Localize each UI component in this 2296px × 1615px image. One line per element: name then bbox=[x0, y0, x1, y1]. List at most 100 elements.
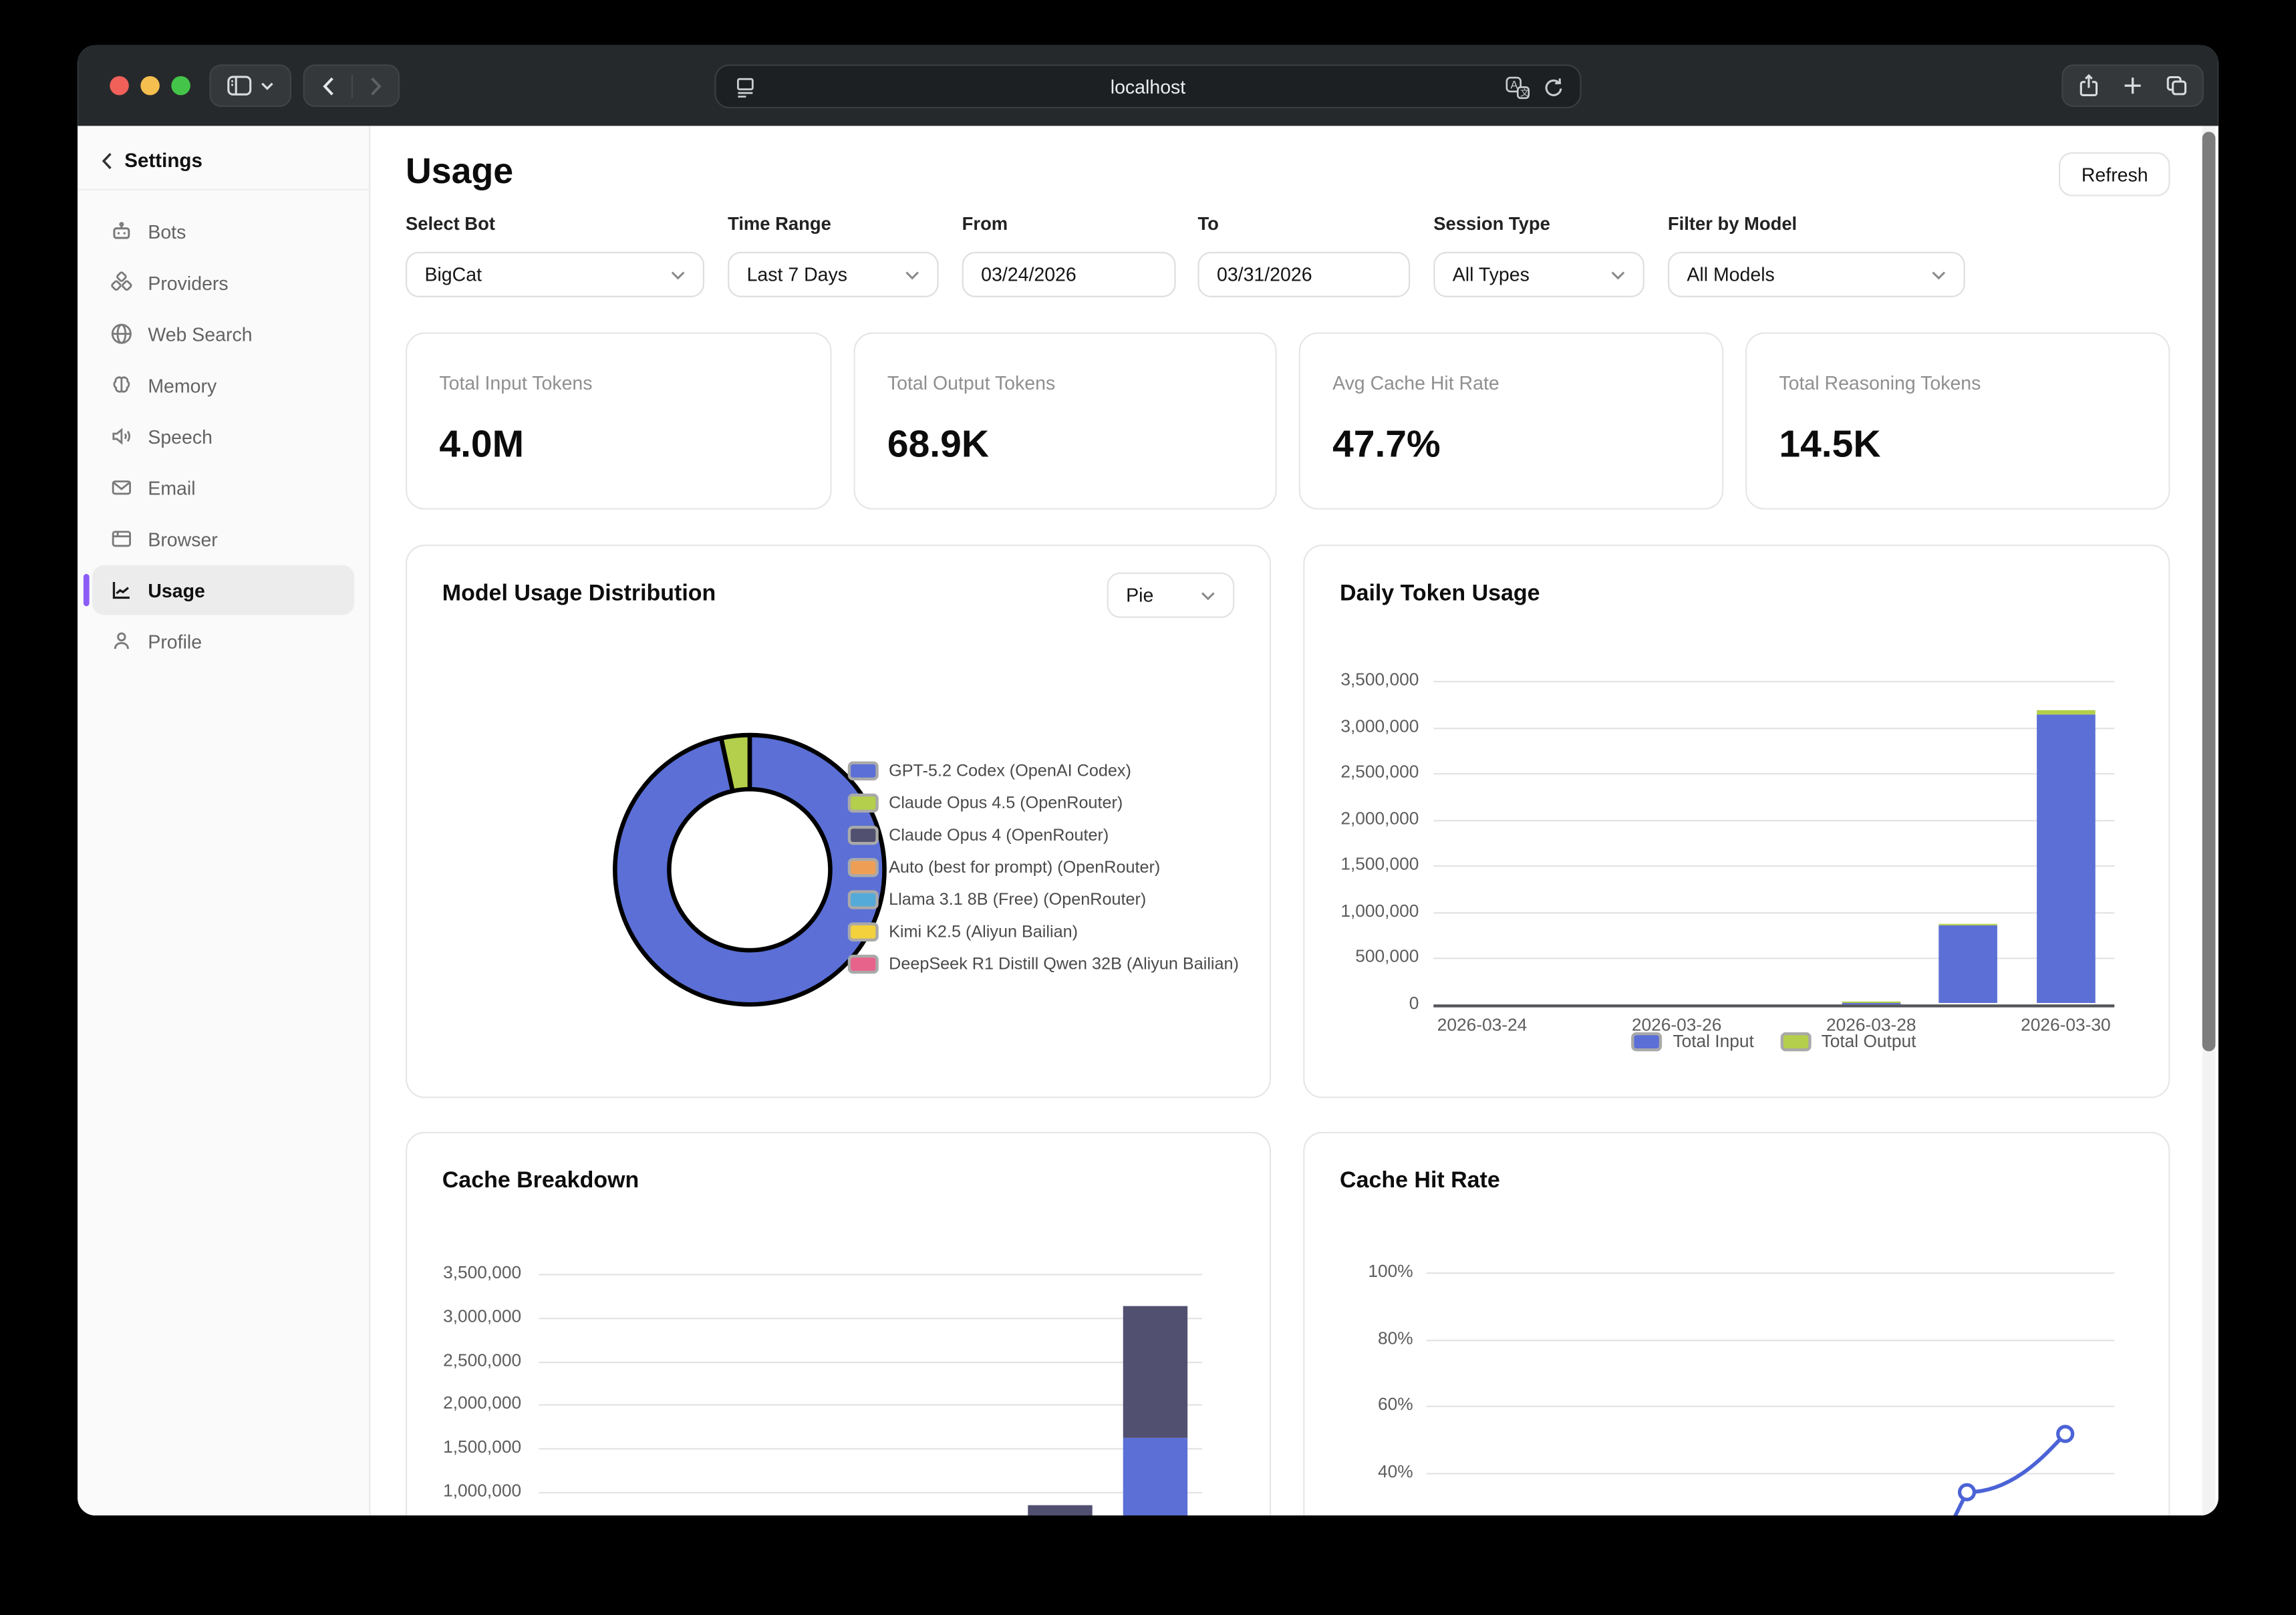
screen: localhost A文 Settings Bots bbox=[0, 0, 2296, 1615]
legend-label: GPT-5.2 Codex (OpenAI Codex) bbox=[889, 762, 1131, 780]
bar bbox=[1842, 1001, 1900, 1002]
url-text: localhost bbox=[1111, 76, 1185, 98]
legend-swatch bbox=[848, 923, 879, 941]
person-icon bbox=[110, 629, 133, 653]
stat-card-cache-hit: Avg Cache Hit Rate 47.7% bbox=[1299, 332, 1723, 509]
share-icon[interactable] bbox=[2077, 74, 2100, 98]
y-tick-label: 3,500,000 bbox=[1302, 669, 1419, 690]
sidebar-item-label: Email bbox=[148, 476, 195, 498]
gridline bbox=[539, 1274, 1202, 1275]
sidebar-header[interactable]: Settings bbox=[78, 126, 369, 190]
translate-icon[interactable]: A文 bbox=[1505, 76, 1530, 100]
cache-breakdown-card: Cache Breakdown 3,500,0003,000,0002,500,… bbox=[406, 1132, 1271, 1515]
legend-label: Total Input bbox=[1673, 1031, 1753, 1052]
legend-item[interactable]: Total Input bbox=[1632, 1031, 1754, 1052]
page-title: Usage bbox=[406, 152, 513, 193]
y-tick-label: 80% bbox=[1296, 1327, 1413, 1348]
time-range-dropdown[interactable]: Last 7 Days bbox=[728, 252, 939, 297]
legend-item[interactable]: Total Output bbox=[1780, 1031, 1916, 1052]
session-type-label: Session Type bbox=[1433, 214, 1550, 235]
y-tick-label: 1,500,000 bbox=[404, 1437, 521, 1457]
sidebar-item-browser[interactable]: Browser bbox=[92, 514, 354, 564]
window-actions bbox=[2061, 64, 2204, 107]
gridline bbox=[1433, 773, 2114, 774]
legend-item[interactable]: Kimi K2.5 (Aliyun Bailian) bbox=[848, 923, 1078, 941]
legend-label: DeepSeek R1 Distill Qwen 32B (Aliyun Bai… bbox=[889, 956, 1239, 973]
to-date-input[interactable]: 03/31/2026 bbox=[1197, 252, 1410, 297]
sidebar-item-memory[interactable]: Memory bbox=[92, 360, 354, 410]
legend-item[interactable]: Llama 3.1 8B (Free) (OpenRouter) bbox=[848, 890, 1147, 909]
model-usage-card: Model Usage Distribution Pie GPT-5.2 Cod… bbox=[406, 545, 1271, 1098]
gridline bbox=[539, 1318, 1202, 1319]
legend-item[interactable]: Claude Opus 4 (OpenRouter) bbox=[848, 826, 1109, 845]
scrollbar-thumb[interactable] bbox=[2202, 132, 2216, 1051]
legend-item[interactable]: Auto (best for prompt) (OpenRouter) bbox=[848, 858, 1161, 877]
nav-buttons bbox=[303, 64, 400, 107]
sidebar-item-usage[interactable]: Usage bbox=[92, 565, 354, 615]
y-tick-label: 500,000 bbox=[1302, 946, 1419, 967]
legend-item[interactable]: GPT-5.2 Codex (OpenAI Codex) bbox=[848, 761, 1131, 780]
traffic-light-minimize[interactable] bbox=[140, 76, 159, 95]
brain-icon bbox=[110, 374, 133, 397]
time-range-label: Time Range bbox=[728, 214, 831, 235]
session-type-dropdown[interactable]: All Types bbox=[1433, 252, 1644, 297]
tab-overview-icon[interactable] bbox=[2166, 75, 2188, 97]
chart-legend: Total Input Total Output bbox=[1433, 1031, 2114, 1052]
sidebar-item-label: Memory bbox=[148, 374, 217, 396]
legend-item[interactable]: Claude Opus 4.5 (OpenRouter) bbox=[848, 794, 1123, 813]
y-tick-label: 2,500,000 bbox=[1302, 761, 1419, 782]
settings-sidebar: Settings Bots Providers Web Search Memo bbox=[78, 126, 370, 1515]
sidebar-item-email[interactable]: Email bbox=[92, 462, 354, 512]
traffic-light-close[interactable] bbox=[110, 76, 128, 95]
panel-title: Model Usage Distribution bbox=[442, 581, 716, 607]
address-bar[interactable]: localhost A文 bbox=[714, 64, 1581, 108]
stat-card-reasoning-tokens: Total Reasoning Tokens 14.5K bbox=[1745, 332, 2170, 509]
daily-token-usage-card: Daily Token Usage 3,500,0003,000,0002,50… bbox=[1303, 545, 2170, 1098]
speaker-icon bbox=[110, 424, 133, 448]
sidebar-nav: Bots Providers Web Search Memory Speech bbox=[78, 190, 369, 682]
from-date-value: 03/24/2026 bbox=[981, 263, 1077, 285]
y-tick-label: 60% bbox=[1296, 1394, 1413, 1415]
sidebar-item-profile[interactable]: Profile bbox=[92, 617, 354, 667]
line-chart bbox=[1426, 1272, 2114, 1515]
reader-icon[interactable] bbox=[734, 76, 757, 100]
cache-hit-rate-card: Cache Hit Rate 100%80%60%40%20%0% bbox=[1303, 1132, 2170, 1515]
y-tick-label: 40% bbox=[1296, 1461, 1413, 1481]
y-tick-label: 3,500,000 bbox=[404, 1262, 521, 1283]
sidebar-item-web-search[interactable]: Web Search bbox=[92, 309, 354, 359]
y-tick-label: 100% bbox=[1296, 1261, 1413, 1282]
legend-swatch bbox=[848, 858, 879, 877]
stat-value: 47.7% bbox=[1332, 422, 1441, 467]
sidebar-item-label: Profile bbox=[148, 630, 202, 652]
legend-item[interactable]: DeepSeek R1 Distill Qwen 32B (Aliyun Bai… bbox=[848, 955, 1239, 974]
reload-icon[interactable] bbox=[1542, 76, 1565, 100]
select-bot-dropdown[interactable]: BigCat bbox=[406, 252, 704, 297]
bar bbox=[2037, 710, 2096, 715]
back-button[interactable] bbox=[321, 76, 335, 96]
filter-model-dropdown[interactable]: All Models bbox=[1668, 252, 1965, 297]
bar bbox=[1939, 925, 1998, 1004]
chart-type-dropdown[interactable]: Pie bbox=[1107, 573, 1235, 618]
traffic-light-zoom[interactable] bbox=[171, 76, 190, 95]
chevron-down-icon bbox=[1610, 270, 1625, 279]
sidebar-toggle-button[interactable] bbox=[209, 64, 291, 107]
new-tab-icon[interactable] bbox=[2123, 76, 2142, 95]
bar bbox=[1028, 1505, 1092, 1515]
y-tick-label: 3,000,000 bbox=[1302, 715, 1419, 736]
select-bot-value: BigCat bbox=[424, 263, 482, 285]
sidebar-item-providers[interactable]: Providers bbox=[92, 258, 354, 308]
stat-value: 68.9K bbox=[887, 422, 989, 467]
to-date-value: 03/31/2026 bbox=[1217, 263, 1312, 285]
sidebar-item-bots[interactable]: Bots bbox=[92, 206, 354, 257]
from-date-input[interactable]: 03/24/2026 bbox=[962, 252, 1176, 297]
y-tick-label: 0 bbox=[1302, 992, 1419, 1013]
time-range-value: Last 7 Days bbox=[747, 263, 847, 285]
sidebar-item-speech[interactable]: Speech bbox=[92, 412, 354, 462]
forward-button[interactable] bbox=[368, 76, 382, 96]
bar bbox=[1123, 1438, 1187, 1515]
gridline bbox=[539, 1492, 1202, 1493]
globe-icon bbox=[110, 322, 133, 345]
refresh-button[interactable]: Refresh bbox=[2059, 152, 2170, 196]
bar bbox=[1123, 1306, 1187, 1438]
usage-page: Usage Refresh Select Bot Time Range From… bbox=[370, 126, 2218, 1515]
